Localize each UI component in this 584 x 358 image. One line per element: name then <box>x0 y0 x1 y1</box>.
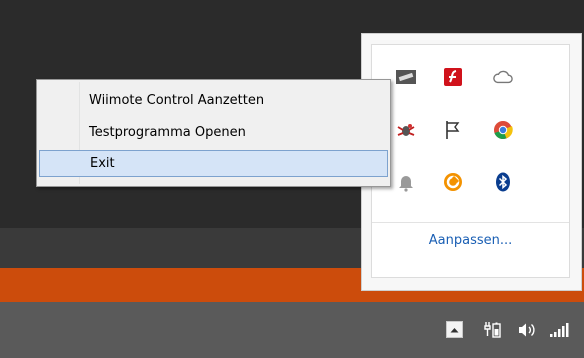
volume-icon[interactable] <box>517 320 537 340</box>
flyout-divider <box>372 222 569 223</box>
show-hidden-icons-button[interactable] <box>446 321 463 338</box>
menu-item-label: Exit <box>90 156 115 171</box>
cloud-icon[interactable] <box>493 67 513 87</box>
bug-icon[interactable] <box>396 120 416 140</box>
customize-link[interactable]: Aanpassen... <box>372 233 569 248</box>
chevron-up-icon <box>450 327 459 332</box>
menu-item-wiimote-control[interactable]: Wiimote Control Aanzetten <box>39 87 388 114</box>
network-signal-icon[interactable] <box>549 320 569 340</box>
power-battery-icon[interactable] <box>484 320 502 340</box>
flag-icon[interactable] <box>443 120 463 140</box>
menu-item-label: Wiimote Control Aanzetten <box>89 93 265 108</box>
menu-item-label: Testprogramma Openen <box>89 125 246 140</box>
bell-icon[interactable] <box>396 172 416 192</box>
menu-item-testprogramma[interactable]: Testprogramma Openen <box>39 119 388 146</box>
menu-item-exit[interactable]: Exit <box>39 150 388 177</box>
tray-overflow-flyout: Aanpassen... <box>361 33 582 291</box>
tray-context-menu: Wiimote Control Aanzetten Testprogramma … <box>36 79 391 187</box>
usb-device-icon[interactable] <box>396 67 416 87</box>
flash-red-icon[interactable] <box>443 67 463 87</box>
orange-ring-icon[interactable] <box>443 172 463 192</box>
chrome-icon[interactable] <box>493 120 513 140</box>
tray-icon-panel: Aanpassen... <box>371 44 570 278</box>
bluetooth-icon[interactable] <box>493 172 513 192</box>
